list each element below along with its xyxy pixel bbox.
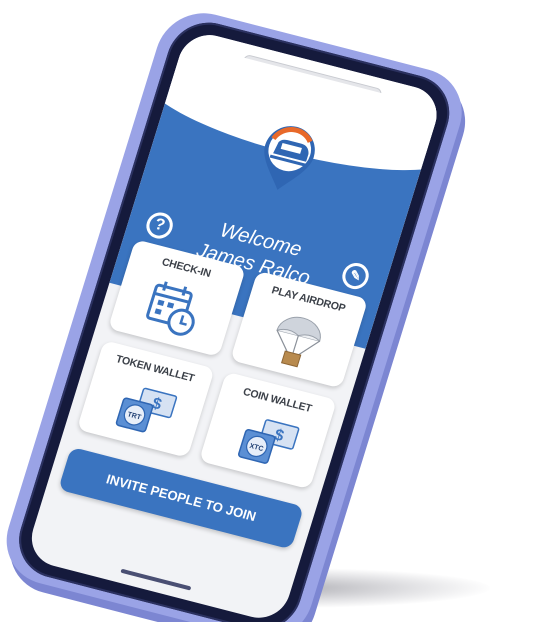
calendar-clock-icon: [146, 281, 195, 336]
question-mark-icon[interactable]: ?: [143, 209, 177, 242]
trt-token-cash-icon: $ TRT: [115, 387, 178, 433]
home-indicator[interactable]: [120, 568, 192, 591]
token-wallet-tile[interactable]: TOKEN WALLET $ TRT: [76, 340, 215, 458]
pencil-edit-icon[interactable]: ✎: [339, 260, 373, 292]
tile-label: TOKEN WALLET: [114, 353, 196, 385]
coin-wallet-tile[interactable]: COIN WALLET $ XTC: [198, 371, 338, 490]
scene: YOUR TRIP TOKEN BALANCE 214,1287003: [0, 0, 556, 622]
parachute-box-icon: [276, 316, 321, 368]
phone-device: YOUR TRIP TOKEN BALANCE 214,1287003: [0, 3, 474, 622]
tile-label: COIN WALLET: [241, 385, 314, 415]
app-screen: YOUR TRIP TOKEN BALANCE 214,1287003: [24, 28, 445, 622]
xtc-coin-cash-icon: $ XTC: [238, 419, 300, 464]
